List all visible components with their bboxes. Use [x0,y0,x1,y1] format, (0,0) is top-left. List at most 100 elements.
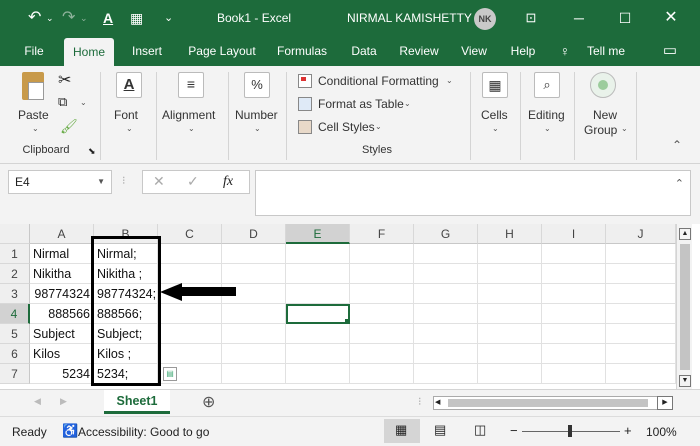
column-header-h[interactable]: H [478,224,542,244]
cell-styles-icon[interactable] [298,120,312,134]
cell-f3[interactable] [350,284,414,304]
collapse-ribbon-icon[interactable]: ⌃ [672,138,682,152]
table-icon[interactable]: ▦ [130,0,143,36]
row-header-4[interactable]: 4 [0,304,30,324]
row-header-3[interactable]: 3 [0,284,30,304]
chevron-down-icon[interactable]: ⌄ [126,124,133,133]
chevron-down-icon[interactable]: ⌄ [404,99,411,108]
row-header-7[interactable]: 7 [0,364,30,384]
cell-j6[interactable] [606,344,676,364]
cell-j7[interactable] [606,364,676,384]
drag-handle-icon[interactable]: ⁝ [418,395,422,408]
normal-view-button[interactable]: ▦ [384,419,420,443]
accessibility-status[interactable]: Accessibility: Good to go [78,425,209,439]
enter-icon[interactable]: ✓ [187,173,199,190]
chevron-down-icon[interactable]: ⌄ [544,124,551,133]
cell-a2[interactable]: Nikitha [30,264,94,284]
font-color-icon[interactable]: A [103,0,113,36]
cell-c4[interactable] [158,304,222,324]
column-header-i[interactable]: I [542,224,606,244]
tab-data[interactable]: Data [344,36,384,66]
chevron-down-icon[interactable]: ▼ [97,171,105,193]
tab-review[interactable]: Review [394,36,444,66]
column-header-d[interactable]: D [222,224,286,244]
cell-i3[interactable] [542,284,606,304]
chevron-down-icon[interactable]: ⌄ [375,122,382,131]
chevron-down-icon[interactable]: ⌄ [80,98,87,107]
cell-i4[interactable] [542,304,606,324]
number-button[interactable]: Number [235,108,278,122]
format-as-table-button[interactable]: Format as Table [318,97,404,111]
percent-icon[interactable]: % [244,72,270,98]
alignment-button[interactable]: Alignment [162,108,215,122]
cell-a6[interactable]: Kilos [30,344,94,364]
cell-g1[interactable] [414,244,478,264]
cell-d4[interactable] [222,304,286,324]
cell-a3[interactable]: 98774324 [30,284,94,304]
vertical-scroll-thumb[interactable] [680,244,690,370]
row-header-2[interactable]: 2 [0,264,30,284]
insert-function-button[interactable]: fx [223,174,233,190]
cell-g3[interactable] [414,284,478,304]
paste-button[interactable]: Paste [18,108,49,122]
copy-icon[interactable]: ⧉ [58,94,67,110]
cell-j3[interactable] [606,284,676,304]
cell-i5[interactable] [542,324,606,344]
scroll-down-icon[interactable]: ▼ [679,375,691,387]
cell-h7[interactable] [478,364,542,384]
accessibility-icon[interactable]: ♿ [62,423,78,439]
cell-e5[interactable] [286,324,350,344]
editing-button[interactable]: Editing [528,108,565,122]
scroll-left-icon[interactable]: ◀ [435,397,440,409]
scroll-up-icon[interactable]: ▲ [679,228,691,240]
prev-sheet-icon[interactable]: ◀ [34,396,41,407]
cell-d2[interactable] [222,264,286,284]
horizontal-scroll-thumb[interactable] [448,399,648,407]
cell-e2[interactable] [286,264,350,284]
column-header-f[interactable]: F [350,224,414,244]
dialog-launcher-icon[interactable]: ⬊ [88,146,96,157]
cell-i7[interactable] [542,364,606,384]
avatar[interactable]: NK [474,8,496,30]
user-name[interactable]: NIRMAL KAMISHETTY [347,0,472,36]
new-group-label-line2[interactable]: Group [584,123,617,137]
quick-analysis-icon[interactable]: ▤ [163,367,177,381]
cell-c6[interactable] [158,344,222,364]
cell-a5[interactable]: Subject [30,324,94,344]
cell-h5[interactable] [478,324,542,344]
column-header-c[interactable]: C [158,224,222,244]
font-icon[interactable]: A [116,72,142,98]
formula-input[interactable]: ⌃ [255,170,691,216]
chevron-down-icon[interactable]: ⌄ [254,124,261,133]
column-header-g[interactable]: G [414,224,478,244]
cell-f4[interactable] [350,304,414,324]
format-as-table-icon[interactable] [298,97,312,111]
cell-f6[interactable] [350,344,414,364]
cell-f5[interactable] [350,324,414,344]
tab-view[interactable]: View [454,36,494,66]
cell-h6[interactable] [478,344,542,364]
tab-formulas[interactable]: Formulas [272,36,332,66]
cancel-icon[interactable]: ✕ [153,173,165,190]
chevron-down-icon[interactable]: ⌄ [446,76,453,85]
zoom-level[interactable]: 100% [646,425,677,439]
column-header-a[interactable]: A [30,224,94,244]
cell-c1[interactable] [158,244,222,264]
cut-icon[interactable]: ✂ [58,70,71,90]
ribbon-display-options-icon[interactable]: ⊡ [508,0,554,36]
vertical-scrollbar[interactable]: ▲ ▼ [676,224,692,389]
search-icon[interactable]: ⌕ [534,72,560,98]
clipboard-icon[interactable] [22,72,44,100]
cell-h3[interactable] [478,284,542,304]
close-button[interactable]: ✕ [648,0,694,36]
tab-file[interactable]: File [14,36,54,66]
cell-a7[interactable]: 5234 [30,364,94,384]
cell-e1[interactable] [286,244,350,264]
cell-c2[interactable] [158,264,222,284]
cell-g6[interactable] [414,344,478,364]
tab-page-layout[interactable]: Page Layout [182,36,262,66]
cell-d6[interactable] [222,344,286,364]
name-box[interactable]: E4 ▼ [8,170,112,194]
cell-d7[interactable] [222,364,286,384]
chevron-down-icon[interactable]: ⌄ [46,0,54,36]
